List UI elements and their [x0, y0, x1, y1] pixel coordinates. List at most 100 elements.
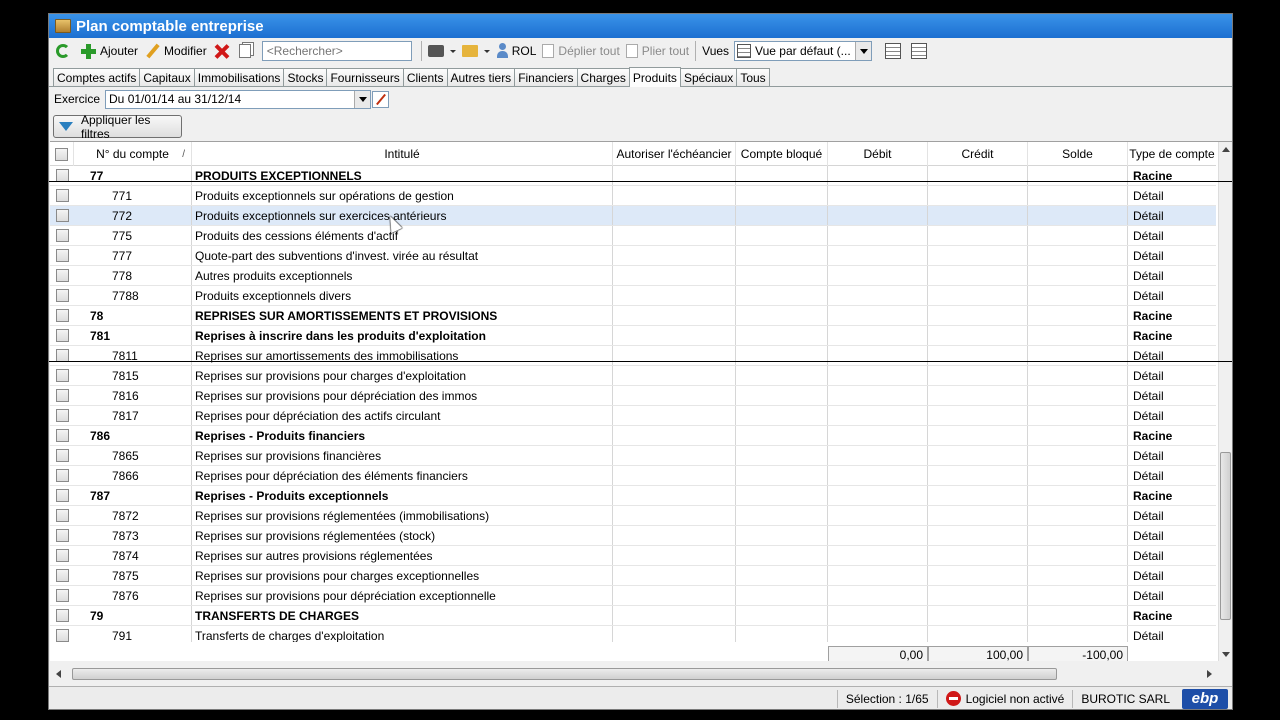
column-header-bloque[interactable]: Compte bloqué — [736, 142, 828, 166]
table-row[interactable]: 7811 Reprises sur amortissements des immo… — [50, 346, 1216, 366]
table-row[interactable]: 7865 Reprises sur provisions financières D… — [50, 446, 1216, 466]
grid-options-button[interactable] — [908, 40, 934, 62]
table-row[interactable]: 7866 Reprises pour dépréciation des éléme… — [50, 466, 1216, 486]
tab-comptes-actifs[interactable]: Comptes actifs — [53, 68, 141, 86]
modify-button[interactable]: Modifier — [141, 40, 210, 62]
table-row[interactable]: 7817 Reprises pour dépréciation des actif… — [50, 406, 1216, 426]
row-checkbox[interactable] — [50, 446, 74, 465]
column-bloque-label: Compte bloqué — [740, 147, 823, 161]
tab-autres-tiers[interactable]: Autres tiers — [446, 68, 516, 86]
table-row[interactable]: 7874 Reprises sur autres provisions régle… — [50, 546, 1216, 566]
row-checkbox[interactable] — [50, 626, 74, 642]
apply-filters-button[interactable]: Appliquer les filtres — [53, 113, 182, 141]
tab-sp-ciaux[interactable]: Spéciaux — [679, 68, 738, 86]
export-button[interactable] — [459, 40, 493, 62]
license-status[interactable]: Logiciel non activé — [936, 689, 1073, 708]
table-row[interactable]: 787 Reprises - Produits exceptionnels Raci… — [50, 486, 1216, 506]
duplicate-button[interactable] — [236, 40, 258, 62]
table-row[interactable]: 79 TRANSFERTS DE CHARGES Racine — [50, 606, 1216, 626]
row-checkbox[interactable] — [50, 586, 74, 605]
row-checkbox[interactable] — [50, 286, 74, 305]
table-row[interactable]: 786 Reprises - Produits financiers Racine — [50, 426, 1216, 446]
tab-charges[interactable]: Charges — [576, 68, 630, 86]
table-row[interactable]: 791 Transferts de charges d'exploitation D… — [50, 626, 1216, 642]
column-header-credit[interactable]: Crédit — [928, 142, 1028, 166]
table-row[interactable]: 777 Quote-part des subventions d'invest. … — [50, 246, 1216, 266]
select-all-checkbox[interactable] — [50, 142, 74, 166]
table-row[interactable]: 778 Autres produits exceptionnels Détail — [50, 266, 1216, 286]
row-checkbox[interactable] — [50, 166, 74, 185]
refresh-button[interactable] — [53, 40, 77, 62]
table-row[interactable]: 7873 Reprises sur provisions réglementées… — [50, 526, 1216, 546]
tab-financiers[interactable]: Financiers — [514, 68, 578, 86]
tab-produits[interactable]: Produits — [628, 67, 681, 87]
tab-tous[interactable]: Tous — [736, 68, 770, 86]
horizontal-scroll-thumb[interactable] — [72, 668, 1057, 680]
collapse-all-button[interactable]: Plier tout — [623, 40, 692, 62]
table-row[interactable]: 7788 Produits exceptionnels divers Détail — [50, 286, 1216, 306]
scroll-thumb[interactable] — [1220, 452, 1231, 620]
edit-exercice-button[interactable] — [372, 90, 390, 108]
total-credit: 100,00 — [928, 646, 1028, 661]
column-header-intitule[interactable]: Intitulé — [192, 142, 613, 166]
table-row[interactable]: 772 Produits exceptionnels sur exercices … — [50, 206, 1216, 226]
row-checkbox[interactable] — [50, 466, 74, 485]
row-checkbox[interactable] — [50, 486, 74, 505]
column-header-solde[interactable]: Solde — [1028, 142, 1128, 166]
view-select[interactable]: Vue par défaut (... — [734, 41, 873, 61]
exercice-select[interactable]: Du 01/01/14 au 31/12/14 — [105, 89, 372, 109]
chevron-down-icon[interactable] — [354, 90, 371, 108]
solde-cell — [1028, 266, 1128, 285]
row-checkbox[interactable] — [50, 346, 74, 365]
row-checkbox[interactable] — [50, 506, 74, 525]
row-checkbox[interactable] — [50, 206, 74, 225]
chevron-down-icon[interactable] — [855, 42, 872, 60]
tab-fournisseurs[interactable]: Fournisseurs — [326, 68, 404, 86]
table-row[interactable]: 7876 Reprises sur provisions pour dépréci… — [50, 586, 1216, 606]
table-row[interactable]: 7816 Reprises sur provisions pour dépréci… — [50, 386, 1216, 406]
tab-clients[interactable]: Clients — [402, 68, 448, 86]
scroll-right-icon[interactable] — [1207, 670, 1212, 678]
table-row[interactable]: 7872 Reprises sur provisions réglementées… — [50, 506, 1216, 526]
row-checkbox[interactable] — [50, 306, 74, 325]
vertical-scrollbar[interactable] — [1218, 142, 1232, 661]
row-checkbox[interactable] — [50, 426, 74, 445]
row-checkbox[interactable] — [50, 326, 74, 345]
column-header-debit[interactable]: Débit — [828, 142, 928, 166]
table-row[interactable]: 78 REPRISES SUR AMORTISSEMENTS ET PROVISI… — [50, 306, 1216, 326]
tab-stocks[interactable]: Stocks — [283, 68, 328, 86]
tab-immobilisations[interactable]: Immobilisations — [193, 68, 285, 86]
row-checkbox[interactable] — [50, 546, 74, 565]
expand-all-button[interactable]: Déplier tout — [539, 40, 622, 62]
row-checkbox[interactable] — [50, 526, 74, 545]
row-checkbox[interactable] — [50, 226, 74, 245]
table-row[interactable]: 7875 Reprises sur provisions pour charges… — [50, 566, 1216, 586]
add-button[interactable]: Ajouter — [77, 40, 141, 62]
scroll-left-icon[interactable] — [56, 670, 61, 678]
row-checkbox[interactable] — [50, 246, 74, 265]
scroll-down-icon[interactable] — [1222, 652, 1230, 657]
row-checkbox[interactable] — [50, 366, 74, 385]
search-input[interactable] — [261, 41, 412, 61]
grid-settings-button[interactable] — [882, 40, 908, 62]
row-checkbox[interactable] — [50, 606, 74, 625]
column-header-type[interactable]: Type de compte — [1128, 142, 1216, 166]
table-row[interactable]: 771 Produits exceptionnels sur opérations… — [50, 186, 1216, 206]
row-checkbox[interactable] — [50, 186, 74, 205]
column-header-numero[interactable]: N° du compte / — [74, 142, 192, 166]
rol-button[interactable]: ROL — [493, 40, 540, 62]
scroll-up-icon[interactable] — [1222, 147, 1230, 152]
table-row[interactable]: 781 Reprises à inscrire dans les produits… — [50, 326, 1216, 346]
column-header-echeancier[interactable]: Autoriser l'échéancier — [613, 142, 736, 166]
horizontal-scrollbar[interactable] — [50, 666, 1218, 682]
table-row[interactable]: 775 Produits des cessions éléments d'acti… — [50, 226, 1216, 246]
table-row[interactable]: 7815 Reprises sur provisions pour charges… — [50, 366, 1216, 386]
table-row[interactable]: 77 PRODUITS EXCEPTIONNELS Racine — [50, 166, 1216, 186]
row-checkbox[interactable] — [50, 406, 74, 425]
print-button[interactable] — [425, 40, 459, 62]
row-checkbox[interactable] — [50, 386, 74, 405]
row-checkbox[interactable] — [50, 566, 74, 585]
tab-capitaux[interactable]: Capitaux — [139, 68, 195, 86]
row-checkbox[interactable] — [50, 266, 74, 285]
delete-button[interactable] — [210, 40, 236, 62]
